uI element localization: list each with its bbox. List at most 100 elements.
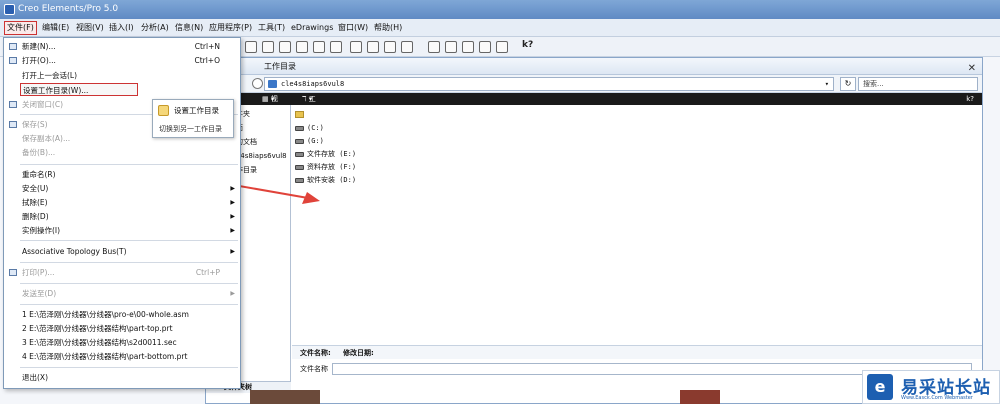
menu-window[interactable]: 窗口(W) — [336, 22, 370, 34]
list-item[interactable]: 文件存放 (E:) — [295, 149, 356, 159]
help-icon[interactable]: k? — [966, 93, 974, 105]
address-bar: cle4s8iaps6vul8 ▾ ↻ 搜索... — [206, 75, 982, 93]
menu-info[interactable]: 信息(N) — [173, 22, 205, 34]
save-icon[interactable] — [279, 41, 291, 53]
menu-item-associative-topology-bus[interactable]: Associative Topology Bus(T) ▶ — [4, 245, 240, 258]
tools-menu[interactable]: ℸ 工具 ▾ — [302, 93, 316, 115]
watermark-logo-icon: e — [867, 374, 893, 400]
recent-file-2[interactable]: 2 E:\范泽刚\分线器\分线器结构\part-top.prt — [4, 322, 240, 335]
menu-separator — [20, 164, 238, 165]
menu-item-erase[interactable]: 拭除(E) ▶ — [4, 196, 240, 209]
watermark-subtext: Www.Easck.Com Webmaster — [901, 395, 973, 401]
select-working-directory-dialog: 工作目录 ✕ cle4s8iaps6vul8 ▾ ↻ 搜索... ▦ 视图 ▾ … — [205, 57, 983, 404]
file-menu-dropdown: 新建(N)... Ctrl+N 打开(O)... Ctrl+O 打开上一会话(L) … — [3, 37, 241, 389]
new-file-icon — [9, 43, 17, 50]
view-menu[interactable]: ▦ 视图 ▾ — [262, 93, 278, 115]
sketch-icon[interactable] — [428, 41, 440, 53]
print-icon — [9, 269, 17, 276]
computer-icon — [268, 80, 277, 88]
coordinate-system-icon[interactable] — [479, 41, 491, 53]
dialog-toolbar: ▦ 视图 ▾ ℸ 工具 ▾ k? — [206, 93, 982, 115]
copy-icon[interactable] — [350, 41, 362, 53]
app-icon — [4, 4, 15, 15]
title-bar: Creo Elements/Pro 5.0 — [0, 0, 1000, 19]
submenu-arrow-icon: ▶ — [230, 227, 235, 234]
menu-separator — [20, 367, 238, 368]
menu-item-print[interactable]: 打印(P)... Ctrl+P — [4, 266, 240, 279]
filename-label: 文件名称 — [300, 365, 328, 373]
working-directory-icon — [158, 105, 169, 116]
recent-file-4[interactable]: 4 E:\范泽刚\分线器\分线器结构\part-bottom.prt — [4, 350, 240, 363]
site-watermark: e 易采站长站 Www.Easck.Com Webmaster — [862, 370, 1000, 404]
menu-item-backup[interactable]: 备份(B)... — [4, 146, 240, 159]
drive-icon — [295, 151, 304, 157]
open-folder-icon — [9, 57, 17, 64]
folder-icon — [295, 110, 304, 118]
list-item[interactable]: (C:) — [295, 123, 324, 133]
background-image-fragment — [250, 390, 320, 404]
submenu-arrow-icon: ▶ — [230, 213, 235, 220]
open-icon[interactable] — [262, 41, 274, 53]
menu-edit[interactable]: 编辑(E) — [40, 22, 71, 34]
menu-item-exit[interactable]: 退出(X) — [4, 371, 240, 384]
file-list: (C:) (G:) 文件存放 (E:) 资料存放 (F:) 软件安装 (D:) — [292, 105, 982, 345]
menu-item-rename[interactable]: 重命名(R) — [4, 168, 240, 181]
menu-insert[interactable]: 插入(I) — [107, 22, 136, 34]
menu-item-delete[interactable]: 删除(D) ▶ — [4, 210, 240, 223]
menu-separator — [20, 240, 238, 241]
menu-separator — [20, 283, 238, 284]
menu-help[interactable]: 帮助(H) — [372, 22, 404, 34]
menu-item-new[interactable]: 新建(N)... Ctrl+N — [4, 40, 240, 53]
email-icon[interactable] — [313, 41, 325, 53]
menu-separator — [20, 304, 238, 305]
menu-item-open[interactable]: 打开(O)... Ctrl+O — [4, 54, 240, 67]
nav-item-computer[interactable]: e4s8iaps6vul8 — [236, 151, 287, 161]
datum-axis-icon[interactable] — [445, 41, 457, 53]
dialog-title-bar: 工作目录 ✕ — [206, 58, 982, 75]
menu-item-instance[interactable]: 实例操作(I) ▶ — [4, 224, 240, 237]
paste-icon[interactable] — [367, 41, 379, 53]
find-icon[interactable] — [401, 41, 413, 53]
undo-icon[interactable] — [330, 41, 342, 53]
menu-item-security[interactable]: 安全(U) ▶ — [4, 182, 240, 195]
list-item[interactable]: (G:) — [295, 136, 324, 146]
save-icon — [9, 121, 17, 128]
submenu-arrow-icon: ▶ — [230, 248, 235, 255]
window-title: Creo Elements/Pro 5.0 — [18, 4, 119, 14]
recent-file-3[interactable]: 3 E:\范泽刚\分线器\分线器结构\s2d0011.sec — [4, 336, 240, 349]
background-image-fragment — [680, 390, 720, 404]
menu-item-set-working-directory[interactable]: 设置工作目录(W)... — [20, 83, 138, 96]
chevron-down-icon[interactable]: ▾ — [825, 78, 829, 90]
address-input[interactable]: cle4s8iaps6vul8 ▾ — [264, 77, 834, 91]
search-input[interactable]: 搜索... — [858, 77, 978, 91]
modified-date-header: 修改日期: — [343, 349, 374, 357]
list-item[interactable] — [295, 109, 307, 119]
menu-edrawings[interactable]: eDrawings — [289, 22, 335, 34]
menu-item-send-to[interactable]: 发送至(D) ▶ — [4, 287, 240, 300]
drive-icon — [295, 164, 304, 170]
menu-item-open-last-session[interactable]: 打开上一会话(L) — [4, 69, 240, 82]
menu-view[interactable]: 视图(V) — [74, 22, 106, 34]
print-icon[interactable] — [296, 41, 308, 53]
regen-icon[interactable] — [384, 41, 396, 53]
context-help-icon[interactable]: k? — [522, 40, 533, 50]
refresh-icon[interactable]: ↻ — [840, 77, 856, 91]
menu-tools[interactable]: 工具(T) — [256, 22, 287, 34]
back-icon[interactable] — [252, 78, 263, 89]
new-icon[interactable] — [245, 41, 257, 53]
set-working-directory-tooltip: 设置工作目录 切换到另一工作目录 — [152, 99, 234, 138]
address-text: cle4s8iaps6vul8 — [281, 80, 345, 88]
submenu-arrow-icon: ▶ — [230, 290, 235, 297]
tooltip-description: 切换到另一工作目录 — [159, 125, 222, 133]
menu-applications[interactable]: 应用程序(P) — [207, 22, 254, 34]
datum-point-icon[interactable] — [462, 41, 474, 53]
menu-file[interactable]: 文件(F) — [4, 21, 37, 35]
recent-file-1[interactable]: 1 E:\范泽刚\分线器\分线器\pro-e\00-whole.asm — [4, 308, 240, 321]
menu-analysis[interactable]: 分析(A) — [139, 22, 171, 34]
drive-icon — [295, 138, 304, 144]
drive-icon — [295, 125, 304, 131]
model-tree-icon[interactable] — [496, 41, 508, 53]
submenu-arrow-icon: ▶ — [230, 185, 235, 192]
tooltip-title: 设置工作目录 — [174, 106, 219, 115]
dialog-title: 工作目录 — [264, 62, 296, 71]
